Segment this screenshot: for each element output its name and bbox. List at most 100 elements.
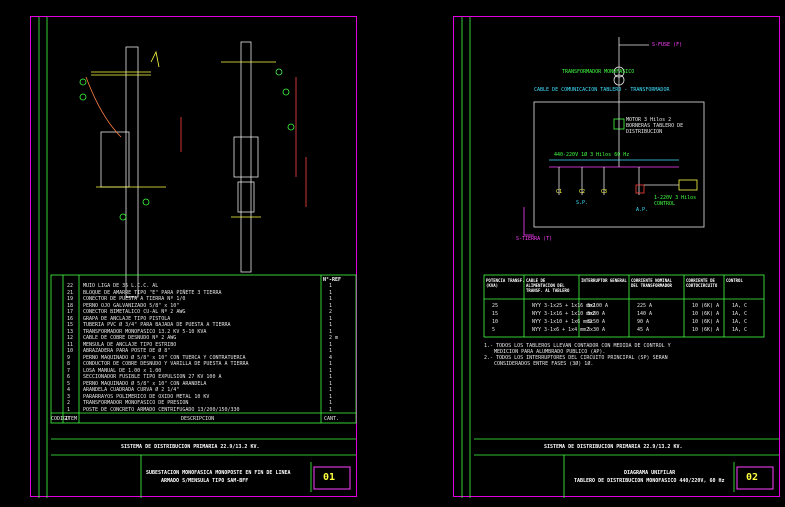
table-row-item: 3	[67, 393, 71, 400]
col-qty: CANT.	[324, 416, 340, 422]
drawing-sheet-2: S-FUSE (F) TRANSFORMADOR MONOFASICO CABL…	[453, 16, 780, 498]
table-row-item: 19	[67, 296, 74, 302]
sheet2-title-line2: TABLERO DE DISTRIBUCION MONOFASICO 440/2…	[574, 478, 725, 484]
table-row-item: 15	[67, 322, 74, 328]
circuit-c3: C3	[601, 189, 608, 195]
table-row-description: ABRAZADERA PARA POSTE DE Ø 8"	[83, 348, 171, 354]
circuit-c1: C1	[556, 189, 563, 195]
sp-label: S.P.	[576, 200, 589, 206]
table-row-qty: 1	[329, 380, 333, 387]
table-row-qty: 1	[329, 283, 333, 289]
table-row-description: TRANSFORMADOR MONOFASICO 13.2 KV 5-10 KV…	[83, 328, 207, 335]
sheet1-number: 01	[323, 472, 336, 483]
sheet2-title-line1: DIAGRAMA UNIFILAR	[624, 470, 676, 476]
table-row-description: MENSULA DE ANCLAJE TIPO ESTRIBO	[83, 341, 177, 348]
table-cell: 3x50 A	[587, 319, 606, 325]
table-row-item: 4	[67, 387, 71, 393]
pole-side-view	[180, 41, 307, 273]
table-cell: 45 A	[637, 327, 650, 333]
pole-front-view	[79, 46, 166, 298]
table-row-qty: 1	[329, 361, 333, 367]
ground-label: S-TIERRA (T)	[516, 236, 553, 242]
table-row-qty: 1	[329, 296, 333, 302]
table-row-qty: 2 m	[329, 335, 339, 341]
sheet1-system-title: SISTEMA DE DISTRIBUCION PRIMARIA 22.9/13…	[121, 444, 260, 450]
table-cell: NYY 3-1x10 + 1x6 mm2	[532, 319, 593, 325]
sheet1-title-line1: SUBESTACION MONOFASICA MONOPOSTE EN FIN …	[146, 470, 291, 476]
table-row-item: 17	[67, 309, 74, 315]
sheet1-graphics	[38, 17, 357, 498]
table-cell: 3x30 A	[587, 327, 606, 333]
table-row-item: 9	[67, 354, 71, 361]
table-row-qty: 1	[329, 393, 333, 400]
table-row-item: 10	[67, 348, 74, 354]
table-row-description: CONECTOR BIMETALICO CU-AL Nº 2 AWG	[83, 309, 186, 315]
table-cell: 10 (6K) A	[692, 311, 720, 317]
table-row-item: 7	[67, 367, 71, 374]
table-row-description: PERNO MAQUINADO Ø 5/8" x 10" CON ARANDEL…	[83, 380, 207, 387]
table-cell: 140 A	[637, 311, 653, 317]
table-cell: 10	[492, 319, 499, 325]
table-row-description: LOSA MANUAL DE 1.00 x 1.00	[83, 367, 162, 374]
note-2b: CONSIDERADOS ENTRE FASES (3Ø) 1Ø.	[494, 361, 594, 367]
table-cell: 10 (6K) A	[692, 327, 720, 333]
table-row-item: 2	[67, 400, 71, 406]
table-row-description: PERNO OJO GALVANIZADO 5/8" x 10"	[83, 302, 180, 309]
table-row-qty: 1	[329, 400, 333, 406]
table-header-cell: CABLE DE ALIMENTACION DEL TRANSF. AL TAB…	[526, 278, 570, 293]
table-row-item: 6	[67, 374, 71, 380]
table-row-description: TUBERIA PVC Ø 3/4" PARA BAJADA DE PUESTA…	[83, 322, 231, 328]
table-row-description: PERNO MAQUINADO Ø 5/8" x 10" CON TUERCA …	[83, 354, 246, 361]
table-row-item: 22	[67, 283, 74, 289]
table-row-description: MUIO LIGA DE 35 L.C.C. AL	[83, 283, 159, 289]
sheet2-number: 02	[746, 472, 759, 483]
breaker-label: MOTOR 3 Hilos 2 BORNERAS TABLERO DE DIST…	[626, 117, 684, 135]
table-row-qty: 1	[329, 328, 333, 335]
table-row-qty: 1	[329, 374, 333, 380]
table-row-item: 5	[67, 380, 71, 387]
col-item: ITEM	[65, 416, 78, 422]
table-header-cell: CONTROL	[726, 278, 743, 283]
table-row-item: 21	[67, 289, 74, 296]
table-header-cell: CORRIENTE NOMINAL DEL TRANSFORMADOR	[631, 278, 672, 288]
table-row-description: BLOQUE DE AMARRE TIPO "E" PARA PIÑETE 3 …	[83, 289, 222, 296]
table-cell: 1A, C	[732, 319, 748, 325]
table-cell: 3x100 A	[587, 303, 609, 309]
table-row-qty: 1	[329, 341, 333, 348]
table-row-item: 8	[67, 361, 71, 367]
table-cell: 90 A	[637, 319, 650, 325]
table-cell: NYY 3-1x16 + 1x10 mm2	[532, 311, 596, 317]
table-ref-header: N°-REF	[323, 277, 342, 283]
table-row-description: CONECTOR DE PUESTA A TIERRA Nº 1/0	[83, 296, 186, 302]
table-row-description: ARANDELA CUADRADA CURVA Ø 2 1/4"	[83, 387, 180, 393]
table-cell: NYY 3-1x25 + 1x16 mm2	[532, 303, 596, 309]
table-row-qty: 1	[329, 406, 333, 413]
table-row-item: 13	[67, 328, 74, 335]
circuit-c2: C2	[579, 189, 586, 195]
table-row-item: 1	[67, 406, 71, 413]
table-header-cell: INTERRUPTOR GENERAL	[581, 278, 627, 283]
col-description: DESCRIPCION	[181, 416, 215, 422]
table-cell: 1A, C	[732, 327, 748, 333]
table-row-description: CABLE DE COBRE DESNUDO Nº 2 AWG	[83, 335, 177, 341]
table-cell: NYY 3-1x6 + 1x4 mm2	[532, 327, 590, 333]
table-row-description: PARARRAYOS POLIMERICO DE OXIDO METAL 10 …	[83, 393, 210, 400]
table-row-description: CONDUCTOR DE COBRE DESNUDO Y VARILLA DE …	[83, 361, 249, 367]
table-row-description: TRANSFORMADOR MONOFASICO DE PRESION	[83, 400, 189, 406]
ap-label: A.P.	[636, 207, 649, 213]
table-row-qty: 1	[329, 289, 333, 296]
table-row-qty: 4	[329, 354, 333, 361]
table-row-description: GRAPA DE ANCLAJE TIPO PISTOLA	[83, 315, 171, 322]
table-row-qty: 1	[329, 387, 333, 393]
cable-label: CABLE DE COMUNICACION TABLERO - TRANSFOR…	[534, 87, 670, 93]
table-cell: 225 A	[637, 303, 653, 309]
table-cell: 1A, C	[732, 311, 748, 317]
fuse-label: S-FUSE (F)	[652, 42, 683, 48]
table-row-item: 16	[67, 315, 74, 322]
table-row-qty: 1	[329, 367, 333, 374]
transformer-label: TRANSFORMADOR MONOFASICO	[562, 69, 635, 75]
table-cell: 25	[492, 303, 499, 309]
table-row-qty: 1	[329, 315, 333, 322]
table-row-qty: 1	[329, 348, 333, 354]
table-row-item: 12	[67, 335, 74, 341]
